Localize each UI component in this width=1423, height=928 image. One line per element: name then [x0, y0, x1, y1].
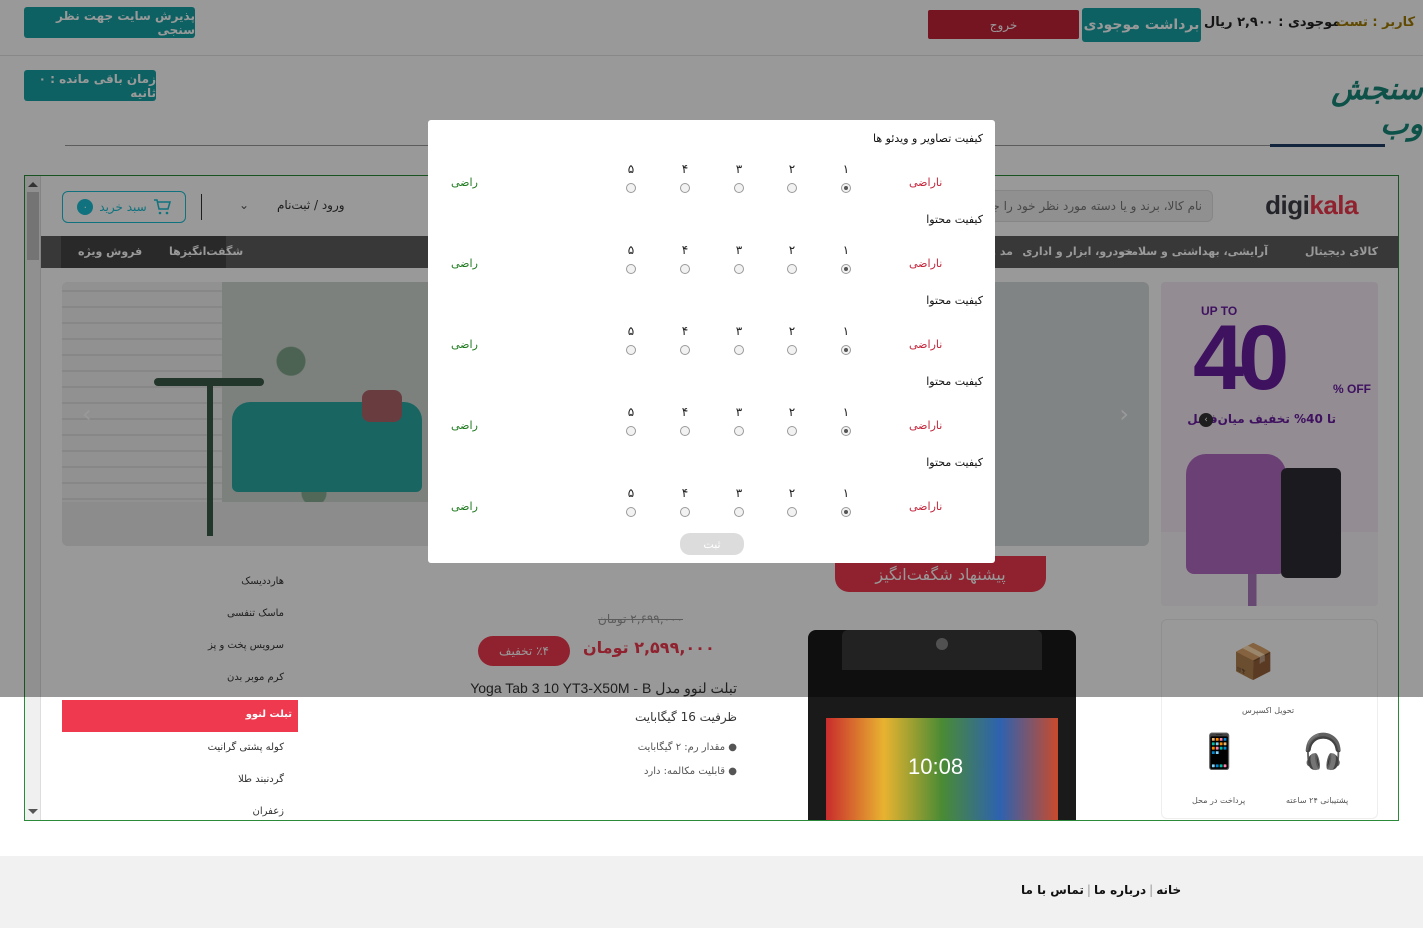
rating-radio-4[interactable] — [680, 264, 690, 274]
scale-number: ۱ — [842, 162, 850, 176]
survey-modal: کیفیت تصاویر و ویدئو ها ناراضی راضی ۱ ۲ ۳ ۴ ۵ کی… — [428, 120, 995, 563]
scale-number: ۳ — [735, 243, 743, 257]
category-item[interactable]: زعفران — [253, 806, 285, 817]
scale-high-label: راضی — [451, 176, 478, 189]
rating-radio-2[interactable] — [787, 507, 797, 517]
rating-radio-2[interactable] — [787, 264, 797, 274]
scale-high-label: راضی — [451, 257, 478, 270]
product-spec: ● مقدار رم: ۲ گیگابایت — [637, 742, 737, 753]
scale-number: ۳ — [735, 162, 743, 176]
scale-number: ۳ — [735, 486, 743, 500]
scale-low-label: ناراضی — [909, 257, 943, 270]
submit-survey-button[interactable]: ثبت — [680, 533, 744, 555]
scale-high-label: راضی — [451, 419, 478, 432]
rating-radio-1[interactable] — [841, 426, 851, 436]
scale-number: ۱ — [842, 486, 850, 500]
rating-radio-1[interactable] — [841, 507, 851, 517]
scale-number: ۴ — [681, 243, 689, 257]
scale-number: ۵ — [627, 324, 635, 338]
scale-low-label: ناراضی — [909, 338, 943, 351]
category-item[interactable]: کوله پشتی گرانیت — [208, 742, 284, 753]
rating-radio-1[interactable] — [841, 345, 851, 355]
rating-radio-2[interactable] — [787, 183, 797, 193]
question-title: کیفیت محتوا — [926, 456, 983, 469]
scale-number: ۱ — [842, 243, 850, 257]
scale-number: ۵ — [627, 486, 635, 500]
scale-number: ۴ — [681, 324, 689, 338]
scale-high-label: راضی — [451, 338, 478, 351]
scale-number: ۳ — [735, 405, 743, 419]
rating-radio-1[interactable] — [841, 264, 851, 274]
scale-number: ۳ — [735, 324, 743, 338]
footer: خانه|درباره ما|تماس با ما — [0, 856, 1423, 928]
spec-ram: مقدار رم: ۲ گیگابایت — [637, 742, 726, 753]
rating-radio-4[interactable] — [680, 507, 690, 517]
rating-radio-5[interactable] — [626, 345, 636, 355]
rating-radio-3[interactable] — [734, 507, 744, 517]
scroll-down-arrow-icon[interactable] — [28, 809, 38, 814]
scale-number: ۴ — [681, 405, 689, 419]
scale-number: ۵ — [627, 162, 635, 176]
scale-number: ۲ — [788, 162, 796, 176]
support-247-icon: 🎧 — [1302, 732, 1345, 772]
scale-low-label: ناراضی — [909, 419, 943, 432]
rating-radio-3[interactable] — [734, 345, 744, 355]
rating-radio-4[interactable] — [680, 183, 690, 193]
question-title: کیفیت محتوا — [926, 213, 983, 226]
footer-links: خانه|درباره ما|تماس با ما — [1021, 883, 1181, 897]
scale-number: ۲ — [788, 324, 796, 338]
rating-radio-2[interactable] — [787, 345, 797, 355]
question-title: کیفیت محتوا — [926, 294, 983, 307]
service-express-label: تحویل اکسپرس — [1242, 706, 1295, 715]
footer-separator: | — [1149, 883, 1154, 897]
scale-number: ۵ — [627, 405, 635, 419]
category-item[interactable]: گردنبند طلا — [238, 774, 284, 785]
footer-link-home[interactable]: خانه — [1156, 883, 1181, 897]
service-support-label: پشتیبانی ۲۴ ساعته — [1286, 796, 1349, 805]
rating-radio-3[interactable] — [734, 264, 744, 274]
question-title: کیفیت محتوا — [926, 375, 983, 388]
scale-number: ۲ — [788, 243, 796, 257]
scale-number: ۲ — [788, 486, 796, 500]
footer-link-about[interactable]: درباره ما — [1094, 883, 1146, 897]
rating-radio-3[interactable] — [734, 426, 744, 436]
scale-number: ۴ — [681, 162, 689, 176]
rating-radio-2[interactable] — [787, 426, 797, 436]
active-category-label: تبلت لنوو — [245, 709, 292, 720]
rating-radio-1[interactable] — [841, 183, 851, 193]
rating-radio-4[interactable] — [680, 345, 690, 355]
rating-radio-4[interactable] — [680, 426, 690, 436]
category-item-active[interactable]: تبلت لنوو — [62, 700, 304, 732]
rating-radio-5[interactable] — [626, 426, 636, 436]
scale-number: ۲ — [788, 405, 796, 419]
scale-low-label: ناراضی — [909, 176, 943, 189]
scale-low-label: ناراضی — [909, 500, 943, 513]
rating-radio-5[interactable] — [626, 264, 636, 274]
footer-separator: | — [1086, 883, 1091, 897]
scale-number: ۴ — [681, 486, 689, 500]
service-cod-label: پرداخت در محل — [1192, 796, 1246, 805]
scale-number: ۵ — [627, 243, 635, 257]
question-title: کیفیت تصاویر و ویدئو ها — [873, 132, 983, 145]
rating-radio-5[interactable] — [626, 507, 636, 517]
scale-number: ۱ — [842, 324, 850, 338]
rating-radio-5[interactable] — [626, 183, 636, 193]
rating-radio-3[interactable] — [734, 183, 744, 193]
cash-on-delivery-icon: 📱 — [1198, 732, 1241, 772]
product-spec: ● قابلیت مکالمه: دارد — [643, 766, 737, 777]
scale-high-label: راضی — [451, 500, 478, 513]
scale-number: ۱ — [842, 405, 850, 419]
spec-call: قابلیت مکالمه: دارد — [643, 766, 726, 777]
product-subtitle: ظرفیت 16 گیگابایت — [635, 710, 737, 724]
footer-link-contact[interactable]: تماس با ما — [1021, 883, 1084, 897]
tablet-clock: 10:08 — [908, 754, 964, 779]
